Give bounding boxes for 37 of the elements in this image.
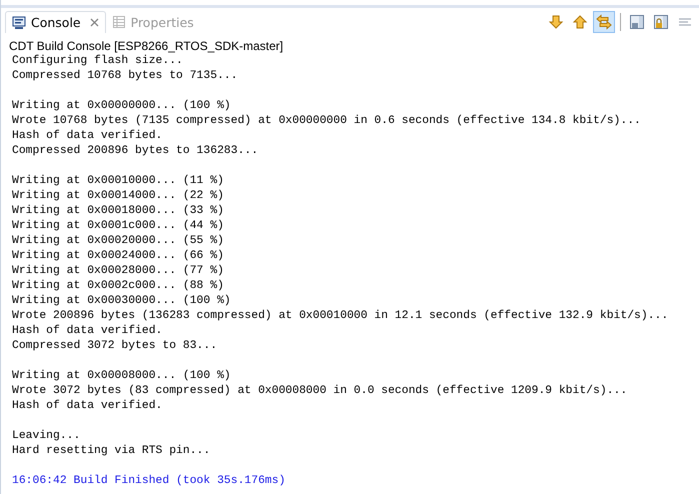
console-line: Hash of data verified. <box>12 129 164 144</box>
console-line: Writing at 0x00030000... (100 %) <box>12 294 232 309</box>
build-status-line: 16:06:42 Build Finished (took 35s.176ms) <box>12 474 286 489</box>
table-icon <box>112 15 126 29</box>
console-line: Compressed 200896 bytes to 136283... <box>12 144 260 159</box>
console-line: Writing at 0x00000000... (100 %) <box>12 99 232 114</box>
tab-label: Properties <box>130 14 194 30</box>
console-line: Leaving... <box>12 429 82 444</box>
up-arrow-icon <box>572 14 588 30</box>
console-line: Writing at 0x00014000... (22 %) <box>12 189 225 204</box>
console-line: Compressed 10768 bytes to 7135... <box>12 69 239 84</box>
console-line: Writing at 0x00020000... (55 %) <box>12 234 225 249</box>
console-line: Hash of data verified. <box>12 399 164 414</box>
close-icon[interactable] <box>90 18 99 27</box>
tab-label: Console <box>31 15 81 30</box>
console-line: Hard resetting via RTS pin... <box>12 444 212 459</box>
console-line: Writing at 0x0002c000... (88 %) <box>12 279 225 294</box>
console-line: Hash of data verified. <box>12 324 164 339</box>
swap-arrows-button[interactable] <box>593 11 615 33</box>
console-lock-icon <box>653 14 669 30</box>
console-line: Wrote 10768 bytes (7135 compressed) at 0x00000000 in 0.6 seconds (effective 134.8 kbit/s)... <box>12 114 642 129</box>
monitor-icon <box>12 16 26 30</box>
console-line: Configuring flash size... <box>12 54 184 69</box>
console-line: Writing at 0x0001c000... (44 %) <box>12 219 225 234</box>
console-line: Writing at 0x00028000... (77 %) <box>12 264 225 279</box>
console-line: Writing at 0x00024000... (66 %) <box>12 249 225 264</box>
console-pin-icon <box>629 14 645 30</box>
console-line: Writing at 0x00008000... (100 %) <box>12 369 232 384</box>
console-line: Writing at 0x00010000... (11 %) <box>12 174 225 189</box>
view-tab[interactable]: Console <box>5 11 106 33</box>
swap-arrows-icon <box>596 14 612 30</box>
down-arrow-icon <box>548 14 564 30</box>
console-line: Wrote 200896 bytes (136283 compressed) at 0x00010000 in 12.1 seconds (effective 132.9 kbit/s)... <box>12 309 670 324</box>
console-line: Wrote 3072 bytes (83 compressed) at 0x00008000 in 0.0 seconds (effective 1209.9 kbit/s)... <box>12 384 628 399</box>
console-line: Compressed 3072 bytes to 83... <box>12 339 218 354</box>
console-line: Writing at 0x00018000... (33 %) <box>12 204 225 219</box>
console-title: CDT Build Console [ESP8266_RTOS_SDK-master] <box>8 38 284 54</box>
